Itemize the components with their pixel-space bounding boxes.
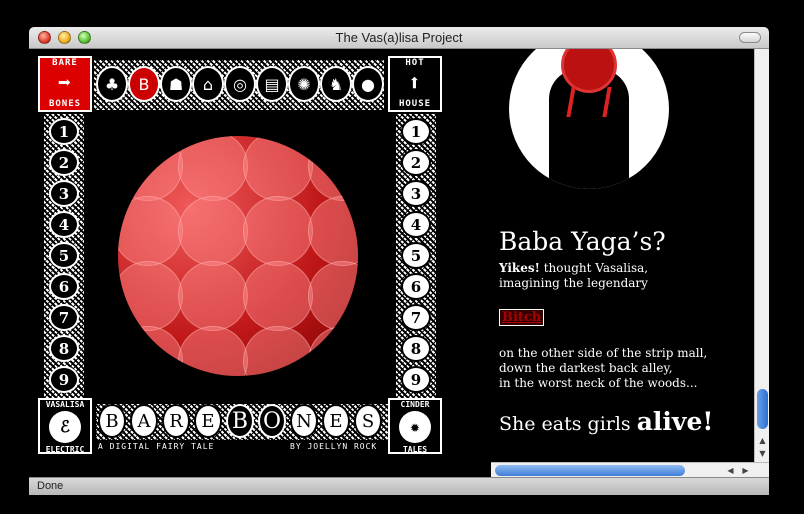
title-letter: N xyxy=(290,404,318,438)
story-frame: BARE ➡ BONES HOT ⬆ HOUSE ♣ B ☗ ⌂ ◎ ▤ ✺ ♞… xyxy=(38,56,442,456)
left-chapter-5[interactable]: 5 xyxy=(49,242,79,269)
hooded-figure-image xyxy=(509,49,669,209)
left-chapter-3[interactable]: 3 xyxy=(49,180,79,207)
title-letter: O xyxy=(258,404,286,438)
hot-label: HOT xyxy=(405,58,425,68)
bird-icon[interactable]: ♞ xyxy=(320,66,352,102)
cinder-label: CINDER xyxy=(400,400,430,409)
scroll-down-icon[interactable]: ▼ xyxy=(755,448,769,460)
lead-exclamation: Yikes! xyxy=(499,261,540,275)
left-chapter-1[interactable]: 1 xyxy=(49,118,79,145)
status-text: Done xyxy=(37,480,64,492)
bare-bones-nav-button[interactable]: BARE ➡ BONES xyxy=(38,56,92,112)
title-letter: E xyxy=(322,404,350,438)
scroll-right-icon[interactable]: ▶ xyxy=(738,463,753,477)
vertical-scroll-thumb[interactable] xyxy=(757,389,768,429)
title-letter: A xyxy=(130,404,158,438)
electric-label: ELECTRIC xyxy=(45,445,85,454)
left-chapter-6[interactable]: 6 xyxy=(49,273,79,300)
toolbar-toggle-button[interactable] xyxy=(739,32,761,43)
para-line-3: in the worst neck of the woods... xyxy=(499,376,698,390)
hood-backdrop xyxy=(509,49,669,189)
figure-icon[interactable]: ☗ xyxy=(160,66,192,102)
left-chapter-column: 1 2 3 4 5 6 7 8 9 xyxy=(44,114,84,404)
cinder-tales-button[interactable]: CINDER ✹ TALES xyxy=(388,398,442,454)
vertical-scrollbar[interactable]: ▲ ▼ xyxy=(754,49,769,462)
right-chapter-6[interactable]: 6 xyxy=(401,273,431,300)
branding-bar: VASALISA ℰ ELECTRIC B A R E B O N E S A … xyxy=(38,398,442,456)
right-chapter-3[interactable]: 3 xyxy=(401,180,431,207)
arrow-up-icon: ⬆ xyxy=(407,71,423,96)
right-chapter-5[interactable]: 5 xyxy=(401,242,431,269)
disc-pattern xyxy=(118,136,358,376)
title-letter: B xyxy=(226,404,254,438)
left-chapter-7[interactable]: 7 xyxy=(49,304,79,331)
book-icon[interactable]: ▤ xyxy=(256,66,288,102)
browser-window: The Vas(a)lisa Project BARE ➡ BONES HOT … xyxy=(29,27,769,495)
window-title: The Vas(a)lisa Project xyxy=(335,30,463,45)
cinder-logo-icon: ✹ xyxy=(399,411,431,443)
right-chapter-4[interactable]: 4 xyxy=(401,211,431,238)
lead-line-2: imagining the legendary xyxy=(499,276,648,290)
title-letter: S xyxy=(354,404,382,438)
title-letter: B xyxy=(98,404,126,438)
closer-emphasis: alive! xyxy=(636,407,714,436)
barebones-title: B A R E B O N E S xyxy=(96,404,388,440)
subtitle-author: BY JOELLYN ROCK xyxy=(290,442,378,451)
tree-icon[interactable]: ♣ xyxy=(96,66,128,102)
right-chapter-7[interactable]: 7 xyxy=(401,304,431,331)
story-closer: She eats girls alive! xyxy=(499,407,759,436)
wheel-icon[interactable]: ✺ xyxy=(288,66,320,102)
vasalisa-label: VASALISA xyxy=(45,400,85,409)
baba-yaga-disc-image[interactable] xyxy=(118,136,358,376)
title-bar: The Vas(a)lisa Project xyxy=(29,27,769,49)
lead-line-1: thought Vasalisa, xyxy=(539,261,649,275)
right-chapter-9[interactable]: 9 xyxy=(401,366,431,393)
ring-icon[interactable]: ◎ xyxy=(224,66,256,102)
story-lead: Yikes! thought Vasalisa, imagining the l… xyxy=(499,261,759,291)
closer-text: She eats girls xyxy=(499,413,637,435)
house-icon[interactable]: ⌂ xyxy=(192,66,224,102)
page-content: BARE ➡ BONES HOT ⬆ HOUSE ♣ B ☗ ⌂ ◎ ▤ ✺ ♞… xyxy=(29,49,769,477)
house-label: HOUSE xyxy=(398,99,432,109)
hot-house-nav-button[interactable]: HOT ⬆ HOUSE xyxy=(388,56,442,112)
right-chapter-2[interactable]: 2 xyxy=(401,149,431,176)
scroll-up-icon[interactable]: ▲ xyxy=(755,435,769,447)
vasalisa-electric-button[interactable]: VASALISA ℰ ELECTRIC xyxy=(38,398,92,454)
subtitle-tagline: A DIGITAL FAIRY TALE xyxy=(98,442,215,451)
left-chapter-2[interactable]: 2 xyxy=(49,149,79,176)
horizontal-scrollbar[interactable]: ◀ ▶ xyxy=(491,462,769,477)
story-paragraph: on the other side of the strip mall, dow… xyxy=(499,346,759,391)
left-chapter-4[interactable]: 4 xyxy=(49,211,79,238)
b-block-icon[interactable]: B xyxy=(128,66,160,102)
bare-label: BARE xyxy=(52,58,78,68)
circle-icon[interactable]: ● xyxy=(352,66,384,102)
bones-label: BONES xyxy=(48,99,82,109)
story-heading: Baba Yaga’s? xyxy=(499,227,666,256)
right-chapter-8[interactable]: 8 xyxy=(401,335,431,362)
left-chapter-8[interactable]: 8 xyxy=(49,335,79,362)
right-chapter-column: 1 2 3 4 5 6 7 8 9 xyxy=(396,114,436,404)
title-letter: E xyxy=(194,404,222,438)
title-letter: R xyxy=(162,404,190,438)
story-text: Baba Yaga’s? Yikes! thought Vasalisa, im… xyxy=(499,227,759,436)
right-chapter-1[interactable]: 1 xyxy=(401,118,431,145)
para-line-2: down the darkest back alley, xyxy=(499,361,673,375)
tales-label: TALES xyxy=(402,445,428,454)
status-bar: Done xyxy=(29,477,769,495)
chapter-icon-strip: ♣ B ☗ ⌂ ◎ ▤ ✺ ♞ ● xyxy=(94,60,384,110)
scroll-left-icon[interactable]: ◀ xyxy=(723,463,738,477)
bitch-link[interactable]: Bitch xyxy=(499,309,545,326)
arrow-right-icon: ➡ xyxy=(57,71,73,96)
left-chapter-9[interactable]: 9 xyxy=(49,366,79,393)
red-scarf-icon xyxy=(566,87,612,117)
horizontal-scroll-thumb[interactable] xyxy=(495,465,685,476)
para-line-1: on the other side of the strip mall, xyxy=(499,346,708,360)
electric-logo-icon: ℰ xyxy=(49,411,81,443)
